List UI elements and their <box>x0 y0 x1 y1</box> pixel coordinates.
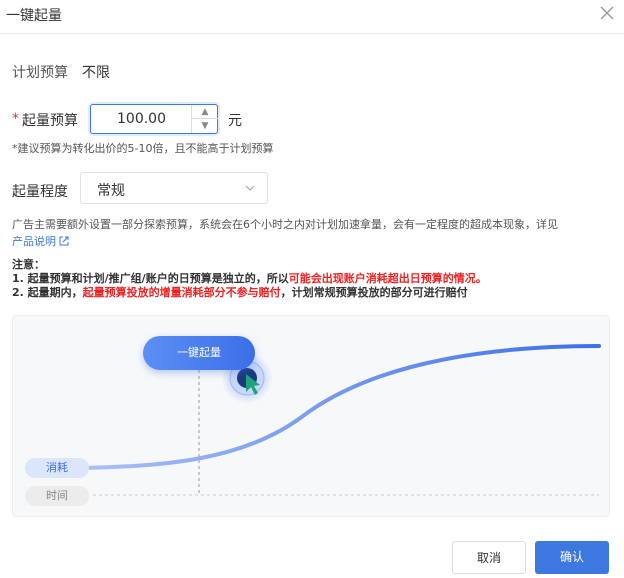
budget-stepper: ▲ ▼ <box>191 105 218 133</box>
product-doc-link-label[interactable]: 产品说明 <box>12 235 56 248</box>
cancel-button[interactable]: 取消 <box>452 541 526 574</box>
stepper-down-icon[interactable]: ▼ <box>192 119 218 133</box>
plan-budget-label: 计划预算 <box>12 65 68 81</box>
one-click-boost-illustration-button: 一键起量 <box>143 336 255 370</box>
notice-line-2-suffix: ，计划常规预算投放的部分可进行赔付 <box>280 286 468 299</box>
plan-budget-row: 计划预算 不限 <box>12 62 110 82</box>
confirm-button[interactable]: 确认 <box>535 541 609 574</box>
external-link-icon <box>59 236 69 246</box>
level-label: 起量程度 <box>12 184 68 200</box>
illustration-graphic <box>81 344 601 496</box>
cost-tag: 消耗 <box>25 458 89 478</box>
plan-budget-value: 不限 <box>82 65 110 81</box>
level-selected-value: 常规 <box>97 183 125 199</box>
chevron-down-icon <box>245 185 255 191</box>
start-budget-input[interactable]: 100.00 ▲ ▼ <box>90 104 218 134</box>
notice-block: 注意： 1. 起量预算和计划/推广组/账户的日预算是独立的，所以可能会出现账户消… <box>12 258 487 300</box>
notice-line-2-text: 2. 起量期内， <box>12 286 83 299</box>
illustration-panel: 一键起量 消耗 时间 <box>12 315 610 517</box>
dialog-title: 一键起量 <box>6 8 62 24</box>
description-text: 广告主需要额外设置一部分探索预算，系统会在6个小时之内对计划加速拿量，会有一定程… <box>12 218 558 231</box>
notice-title: 注意： <box>12 258 45 271</box>
notice-line-1-warning: 可能会出现账户消耗超出日预算的情况。 <box>288 272 487 285</box>
notice-line-2-warning: 起量预算投放的增量消耗部分不参与赔付 <box>82 286 281 299</box>
required-mark: * <box>12 111 19 127</box>
notice-line-2: 2. 起量期内，起量预算投放的增量消耗部分不参与赔付，计划常规预算投放的部分可进… <box>12 286 487 300</box>
notice-line-1-text: 1. 起量预算和计划/推广组/账户的日预算是独立的，所以 <box>12 272 289 285</box>
dialog-header: 一键起量 <box>0 0 624 34</box>
close-icon[interactable] <box>598 4 616 22</box>
start-budget-value[interactable]: 100.00 <box>117 111 166 127</box>
notice-line-1: 1. 起量预算和计划/推广组/账户的日预算是独立的，所以可能会出现账户消耗超出日… <box>12 272 487 286</box>
stepper-up-icon[interactable]: ▲ <box>192 105 218 119</box>
product-doc-link[interactable]: 产品说明 <box>12 233 69 249</box>
budget-hint: *建议预算为转化出价的5-10倍，且不能高于计划预算 <box>12 142 274 155</box>
start-budget-label: 起量预算 <box>22 113 78 129</box>
time-tag: 时间 <box>25 486 89 506</box>
budget-unit: 元 <box>228 113 242 129</box>
level-select[interactable]: 常规 <box>80 172 268 204</box>
